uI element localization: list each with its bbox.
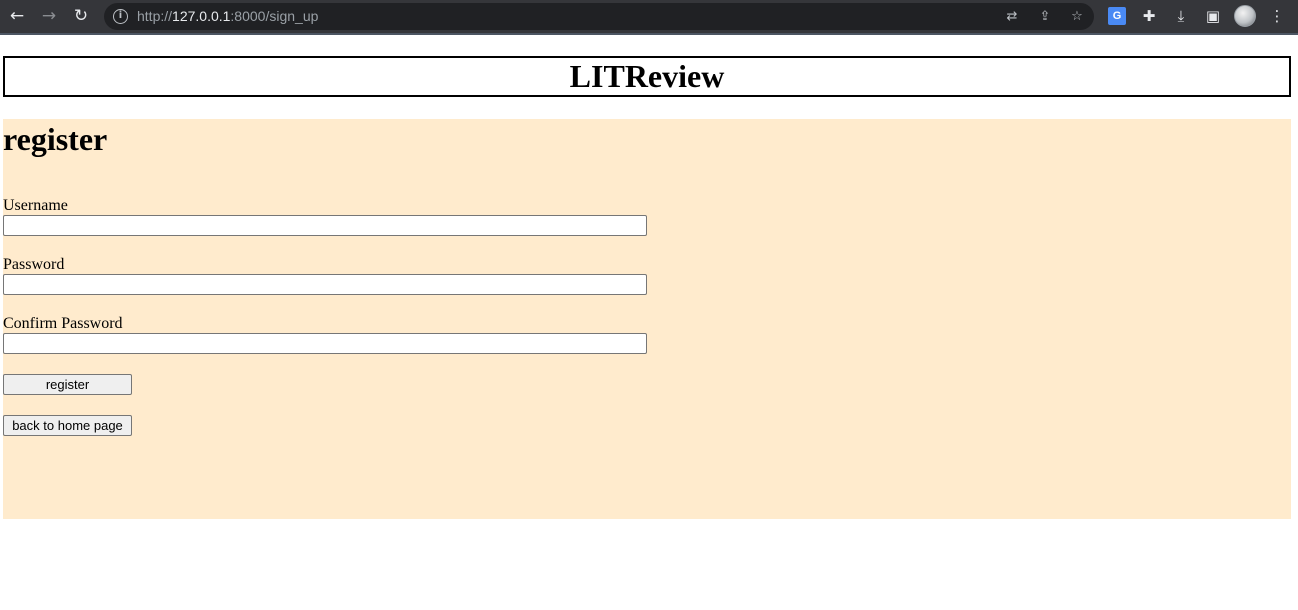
back-to-home-button[interactable]: back to home page (3, 415, 132, 436)
password-label: Password (3, 256, 65, 273)
url-host: 127.0.0.1 (172, 8, 231, 24)
site-title: LITReview (569, 58, 725, 94)
forward-icon[interactable]: → (39, 6, 59, 26)
password-input[interactable] (3, 274, 647, 295)
url-prefix: http:// (137, 8, 173, 24)
bookmark-star-icon[interactable]: ☆ (1068, 8, 1086, 26)
register-section: register Username Password Confirm Passw… (3, 119, 1291, 519)
register-button[interactable]: register (3, 374, 132, 395)
browser-toolbar: ← → ↻ i http://127.0.0.1:8000/sign_up ⇄ … (0, 0, 1298, 33)
confirm-password-label: Confirm Password (3, 315, 123, 332)
username-input[interactable] (3, 215, 647, 236)
translate-page-icon[interactable]: ⇄ (1003, 8, 1021, 26)
url-path: :8000/sign_up (230, 8, 319, 24)
side-panel-icon[interactable]: ▣ (1203, 6, 1223, 26)
browser-menu-icon[interactable]: ⋮ (1267, 6, 1287, 26)
profile-avatar[interactable] (1234, 5, 1256, 27)
site-header: LITReview (3, 56, 1291, 97)
download-icon[interactable]: ⤓ (1171, 6, 1191, 26)
site-info-icon[interactable]: i (113, 9, 128, 24)
google-translate-extension-icon[interactable]: G (1108, 7, 1126, 25)
toolbar-divider (0, 33, 1298, 35)
share-icon[interactable]: ⇪ (1036, 8, 1054, 26)
url-text[interactable]: http://127.0.0.1:8000/sign_up (137, 8, 318, 24)
back-icon[interactable]: ← (7, 6, 27, 26)
register-heading: register (3, 121, 108, 157)
extensions-puzzle-icon[interactable]: ✚ (1139, 6, 1159, 26)
address-bar[interactable]: i http://127.0.0.1:8000/sign_up ⇄ ⇪ ☆ (104, 3, 1094, 30)
confirm-password-input[interactable] (3, 333, 647, 354)
username-label: Username (3, 197, 68, 214)
reload-icon[interactable]: ↻ (71, 6, 91, 26)
